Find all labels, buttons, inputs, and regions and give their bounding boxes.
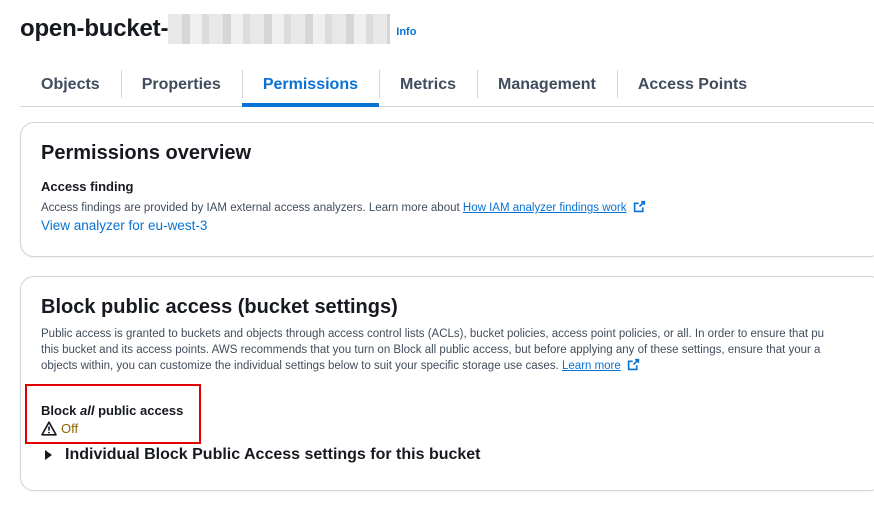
description-line-2: this bucket and its access points. AWS r… — [41, 343, 821, 356]
how-iam-analyzer-link[interactable]: How IAM analyzer findings work — [463, 202, 627, 214]
description-line-3: objects within, you can customize the in… — [41, 358, 824, 375]
expander-label: Individual Block Public Access settings … — [65, 446, 481, 463]
access-finding-description: Access findings are provided by IAM exte… — [41, 200, 646, 217]
info-link[interactable]: Info — [396, 26, 416, 38]
tab-access-points[interactable]: Access Points — [616, 63, 768, 106]
redacted-bucket-suffix — [168, 14, 391, 44]
external-link-icon[interactable] — [627, 358, 640, 371]
view-analyzer-link[interactable]: View analyzer for eu-west-3 — [41, 218, 207, 233]
description-line-1: Public access is granted to buckets and … — [41, 328, 825, 340]
learn-more-link[interactable]: Learn more — [562, 360, 621, 372]
tab-management[interactable]: Management — [477, 63, 617, 106]
bucket-tabs: Objects Properties Permissions Metrics M… — [20, 63, 874, 107]
page-header: open-bucket- Info — [20, 14, 416, 44]
block-public-access-description: Public access is granted to buckets and … — [41, 327, 824, 375]
tab-metrics[interactable]: Metrics — [378, 63, 477, 106]
tab-permissions[interactable]: Permissions — [241, 63, 380, 107]
permissions-overview-title: Permissions overview — [41, 142, 252, 164]
warning-icon — [41, 421, 57, 436]
access-finding-text: Access findings are provided by IAM exte… — [41, 202, 460, 214]
access-finding-label: Access finding — [41, 179, 134, 194]
block-public-access-title: Block public access (bucket settings) — [41, 296, 398, 318]
caret-right-icon[interactable] — [45, 450, 52, 460]
tab-properties[interactable]: Properties — [120, 63, 242, 106]
bucket-title: open-bucket- — [20, 15, 169, 42]
individual-settings-expander[interactable]: Individual Block Public Access settings … — [41, 446, 481, 464]
external-link-icon[interactable] — [633, 200, 646, 213]
status-off: Off — [61, 421, 79, 436]
description-line-3-text: objects within, you can customize the in… — [41, 360, 559, 372]
block-all-status: Off — [41, 421, 78, 436]
tab-objects[interactable]: Objects — [20, 63, 121, 106]
permissions-overview-card: Permissions overview Access finding Acce… — [20, 122, 874, 257]
